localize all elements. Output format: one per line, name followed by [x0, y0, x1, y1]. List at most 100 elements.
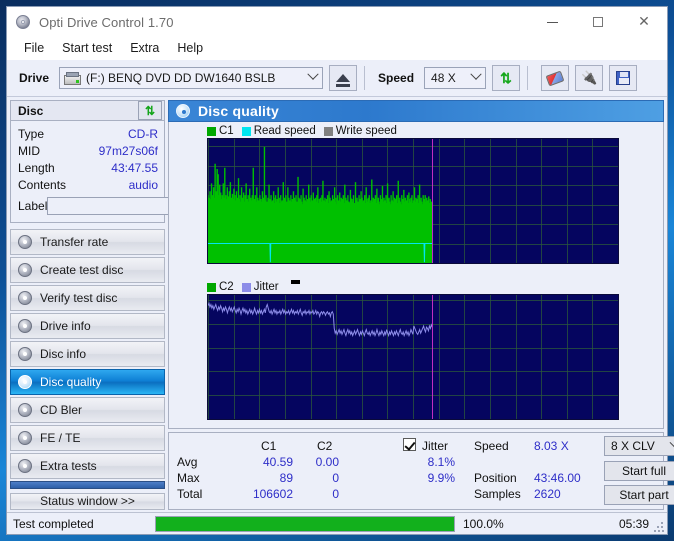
legend-entry-jitter: Jitter [241, 281, 279, 293]
bottom-plot[interactable]: 123456789102%4%6%8%10%01020304050607080 … [207, 294, 619, 420]
status-window-button[interactable]: Status window >> [10, 492, 165, 510]
disc-row-type: Type CD-R [18, 125, 158, 142]
progress-bar-fill [156, 516, 454, 531]
progress-percent: 100.0% [463, 516, 504, 531]
disc-icon [17, 458, 33, 474]
jitter-checkbox[interactable] [403, 438, 416, 451]
disc-icon [17, 234, 33, 250]
menu-item-extra[interactable]: Extra [121, 39, 168, 57]
menu-item-help[interactable]: Help [168, 39, 212, 57]
chevron-down-icon [307, 68, 319, 80]
sidebar-item-drive-info[interactable]: Drive info [10, 313, 165, 339]
drive-select-value: (F:) BENQ DVD DD DW1640 BSLB [86, 71, 276, 85]
legend-entry-write-speed: Write speed [323, 125, 397, 137]
sidebar-item-disc-info[interactable]: Disc info [10, 341, 165, 367]
sidebar-item-label: CD Bler [40, 403, 83, 417]
erase-button[interactable] [541, 65, 570, 91]
sidebar-item-label: Verify test disc [40, 291, 118, 305]
window-controls: ✕ [529, 7, 667, 37]
legend-swatch-c2 [207, 282, 216, 292]
start-full-button[interactable]: Start full [604, 461, 674, 481]
sidebar-item-cd-bler[interactable]: CD Bler [10, 397, 165, 423]
left-pane: Disc ⇅ Type CD-R MID 97m27s06f Length 43… [7, 97, 251, 512]
refresh-arrows-icon: ⇅ [500, 70, 512, 86]
disc-icon [17, 374, 33, 390]
stats-c2-max: 0 [332, 471, 339, 485]
plug-button[interactable]: 🔌 [575, 65, 604, 91]
status-window-label: Status window >> [40, 494, 135, 509]
jitter-label: Jitter [422, 439, 449, 453]
top-chart-legend: C1 Read speed Write speed [169, 124, 663, 138]
legend-swatch-write-speed [323, 126, 333, 136]
start-part-button[interactable]: Start part [604, 485, 674, 505]
start-full-label: Start full [621, 464, 666, 478]
samples-label: Samples [474, 487, 521, 501]
disc-refresh-button[interactable]: ⇅ [138, 101, 162, 120]
disc-icon [17, 346, 33, 362]
status-bar: Test completed 100.0% 05:39 [7, 512, 667, 534]
drive-label: Drive [19, 71, 50, 85]
sidebar-item-label: Disc quality [40, 375, 102, 389]
minimize-button[interactable] [529, 7, 575, 37]
legend-entry-c1: C1 [207, 125, 234, 137]
disc-value-type: CD-R [128, 126, 158, 141]
toolbar-separator-2 [527, 66, 529, 90]
resize-grip[interactable] [654, 522, 664, 532]
sidebar-item-label: Create test disc [40, 263, 124, 277]
drive-select[interactable]: (F:) BENQ DVD DD DW1640 BSLB [59, 67, 324, 89]
disc-value-length: 43:47.55 [111, 160, 158, 175]
sidebar-item-label: Drive info [40, 319, 91, 333]
status-message: Test completed [13, 516, 94, 531]
plug-icon: 🔌 [580, 70, 598, 85]
stats-jitter-avg: 8.1% [427, 455, 455, 469]
disc-info-panel: Type CD-R MID 97m27s06f Length 43:47.55 … [10, 121, 251, 223]
menu-item-start-test[interactable]: Start test [53, 39, 121, 57]
legend-label-write-speed: Write speed [335, 125, 397, 137]
progress-bar [155, 515, 455, 532]
refresh-arrows-icon: ⇅ [144, 103, 156, 118]
position-marker-line [432, 295, 434, 419]
stats-row-label-avg: Avg [177, 455, 198, 469]
samples-value: 2620 [534, 487, 561, 501]
disc-icon [17, 290, 33, 306]
sidebar-item-fe-te[interactable]: FE / TE [10, 425, 165, 451]
floppy-save-icon [616, 71, 631, 85]
disc-panel-title: Disc [18, 103, 44, 118]
stats-row-label-total: Total [177, 487, 203, 501]
nav-list: Transfer rate Create test disc Verify te… [10, 229, 165, 479]
stats-col-c1: C1 [261, 439, 277, 453]
sidebar-item-disc-quality[interactable]: Disc quality [10, 369, 165, 395]
menu-item-file[interactable]: File [15, 39, 53, 57]
window-title: Opti Drive Control 1.70 [39, 14, 174, 30]
stats-panel: C1 C2 Avg Max Total 40.59 89 106602 0.00… [168, 432, 674, 510]
main-body: Disc ⇅ Type CD-R MID 97m27s06f Length 43… [7, 97, 674, 512]
refresh-button[interactable]: ⇅ [492, 65, 521, 91]
write-strategy-select[interactable]: 8 X CLV [604, 436, 674, 456]
speed-result-label: Speed [474, 439, 509, 453]
sidebar-item-create-test-disc[interactable]: Create test disc [10, 257, 165, 283]
close-icon[interactable]: ✕ [621, 7, 667, 37]
speed-select[interactable]: 48 X [424, 67, 487, 89]
disc-value-contents: audio [128, 177, 158, 192]
legend-label-read-speed: Read speed [253, 125, 316, 137]
disc-value-mid: 97m27s06f [98, 143, 158, 158]
sidebar-item-label: Disc info [40, 347, 87, 361]
disc-icon [17, 318, 33, 334]
disc-quality-icon [176, 104, 190, 118]
save-button[interactable] [609, 65, 638, 91]
eject-button[interactable] [329, 65, 358, 91]
sidebar-item-transfer-rate[interactable]: Transfer rate [10, 229, 165, 255]
disc-row-mid: MID 97m27s06f [18, 142, 158, 159]
top-plot[interactable]: 1020304050607080908 X16 X24 X32 X40 X48 … [207, 138, 619, 264]
nav-tail-bar [10, 481, 165, 489]
app-disc-icon [15, 14, 31, 30]
sidebar-item-extra-tests[interactable]: Extra tests [10, 453, 165, 479]
sidebar-item-label: Extra tests [40, 459, 97, 473]
disc-icon [17, 430, 33, 446]
position-label: Position [474, 471, 517, 485]
maximize-button[interactable] [575, 7, 621, 37]
sidebar-item-verify-test-disc[interactable]: Verify test disc [10, 285, 165, 311]
speed-label: Speed [378, 71, 415, 85]
legend-label-c2: C2 [219, 281, 234, 293]
chevron-down-icon [470, 68, 482, 80]
